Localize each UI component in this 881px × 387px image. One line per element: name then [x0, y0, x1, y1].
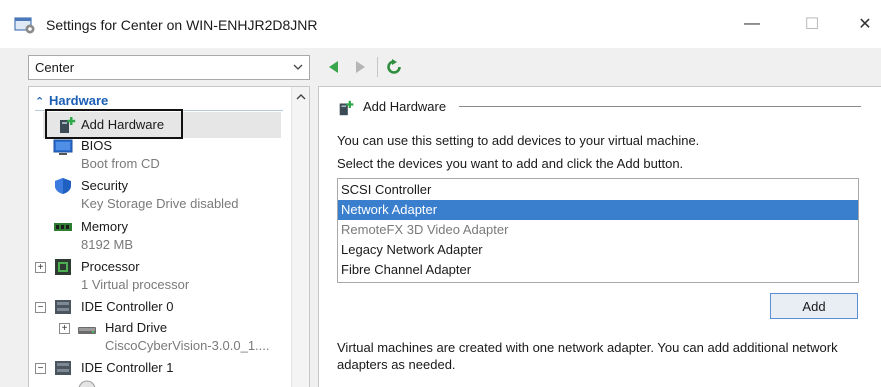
ide-controller-icon	[55, 361, 71, 375]
tree-item-processor-detail: 1 Virtual processor	[81, 277, 190, 292]
hard-drive-icon	[78, 327, 96, 334]
close-button[interactable]: ✕	[840, 0, 881, 48]
add-hardware-icon	[339, 100, 354, 116]
device-list-item-scsi-controller[interactable]: SCSI Controller	[338, 180, 858, 200]
tree-item-processor[interactable]: Processor	[81, 259, 140, 274]
tree-item-memory[interactable]: Memory	[81, 219, 128, 234]
description-line-2: Select the devices you want to add and c…	[337, 156, 684, 171]
shield-icon	[55, 178, 71, 194]
section-divider	[459, 106, 861, 107]
focus-rectangle	[45, 109, 183, 139]
bios-icon	[53, 139, 73, 155]
minimize-button[interactable]: —	[727, 0, 777, 48]
tree-item-bios[interactable]: BIOS	[81, 138, 112, 153]
tree-scrollbar[interactable]	[291, 87, 309, 387]
window-title: Settings for Center on WIN-ENHJR2D8JNR	[46, 17, 318, 33]
tree-item-security[interactable]: Security	[81, 178, 128, 193]
footer-note: Virtual machines are created with one ne…	[337, 340, 838, 372]
details-panel: Add Hardware You can use this setting to…	[318, 86, 881, 387]
forward-arrow-icon[interactable]	[352, 59, 368, 75]
ide-controller-icon	[55, 300, 71, 314]
description-line-1: You can use this setting to add devices …	[337, 133, 700, 148]
toolbar-separator	[377, 57, 378, 77]
tree-item-ide-controller-1[interactable]: IDE Controller 1	[81, 360, 173, 375]
processor-expander[interactable]: +	[35, 262, 46, 273]
device-list-item-remotefx-adapter: RemoteFX 3D Video Adapter	[341, 222, 509, 237]
tree-item-ide-controller-0[interactable]: IDE Controller 0	[81, 299, 173, 314]
chevron-down-icon	[293, 64, 303, 70]
tree-item-memory-detail: 8192 MB	[81, 237, 134, 252]
title-bar: Settings for Center on WIN-ENHJR2D8JNR —…	[0, 0, 881, 48]
device-listbox[interactable]: SCSI Controller Network Adapter RemoteFX…	[337, 178, 859, 283]
collapse-chevron-icon[interactable]: ⌃	[35, 95, 49, 108]
scroll-up-arrow-icon[interactable]	[295, 91, 307, 103]
settings-window-icon	[14, 17, 35, 34]
section-title: Add Hardware	[363, 99, 447, 114]
refresh-icon[interactable]	[386, 59, 402, 75]
device-list-item-fibre-channel-adapter[interactable]: Fibre Channel Adapter	[338, 260, 858, 280]
tree-item-hard-drive[interactable]: Hard Drive	[105, 320, 167, 335]
hard-drive-expander[interactable]: +	[59, 323, 70, 334]
processor-icon	[55, 259, 71, 275]
hardware-section-label: Hardware	[49, 93, 109, 108]
device-list-item-network-adapter[interactable]: Network Adapter	[338, 200, 858, 220]
device-list-item-legacy-network-adapter[interactable]: Legacy Network Adapter	[338, 240, 858, 260]
back-arrow-icon[interactable]	[326, 59, 342, 75]
ide-controller-0-expander[interactable]: −	[35, 302, 46, 313]
hardware-tree-panel: ⌃ Hardware Add Hardware BIOS Boot from CD…	[28, 86, 310, 387]
add-button[interactable]: Add	[770, 293, 858, 319]
hardware-section-header[interactable]: ⌃ Hardware	[35, 93, 108, 108]
maximize-button[interactable]: ☐	[787, 0, 837, 48]
ide-controller-1-expander[interactable]: −	[35, 363, 46, 374]
memory-icon	[54, 223, 72, 231]
dvd-drive-icon	[78, 380, 96, 387]
vm-select-dropdown[interactable]: Center	[28, 55, 310, 80]
vm-select-value: Center	[35, 60, 75, 75]
tree-item-security-detail: Key Storage Drive disabled	[81, 196, 239, 211]
tree-item-bios-detail: Boot from CD	[81, 156, 160, 171]
tree-item-hard-drive-detail: CiscoCyberVision-3.0.0_1....	[105, 338, 270, 353]
